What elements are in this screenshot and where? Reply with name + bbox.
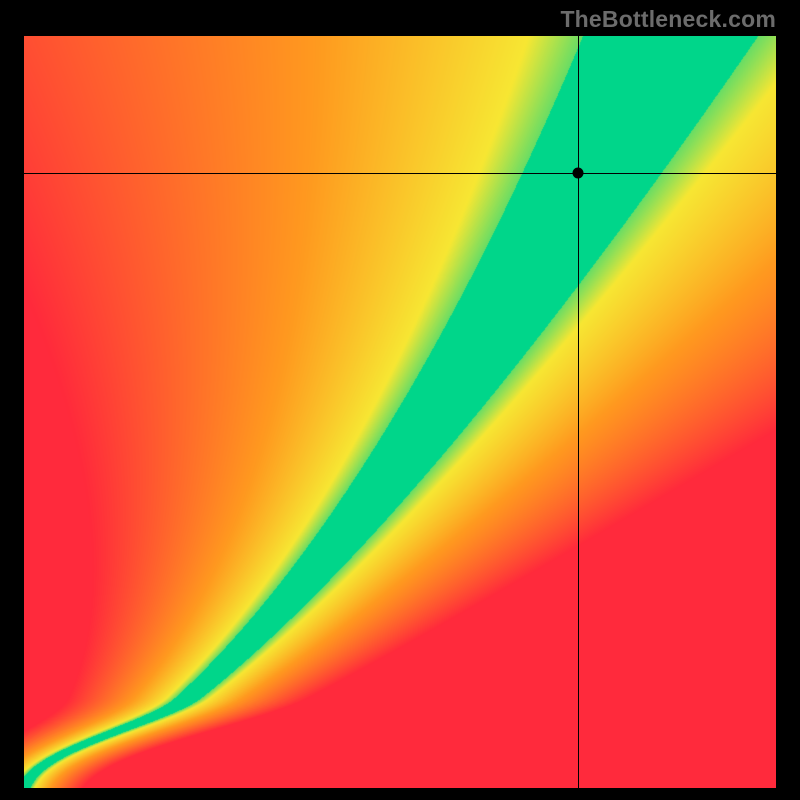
heatmap-canvas: [24, 36, 776, 788]
watermark-text: TheBottleneck.com: [560, 6, 776, 33]
bottleneck-heatmap: [24, 36, 776, 788]
